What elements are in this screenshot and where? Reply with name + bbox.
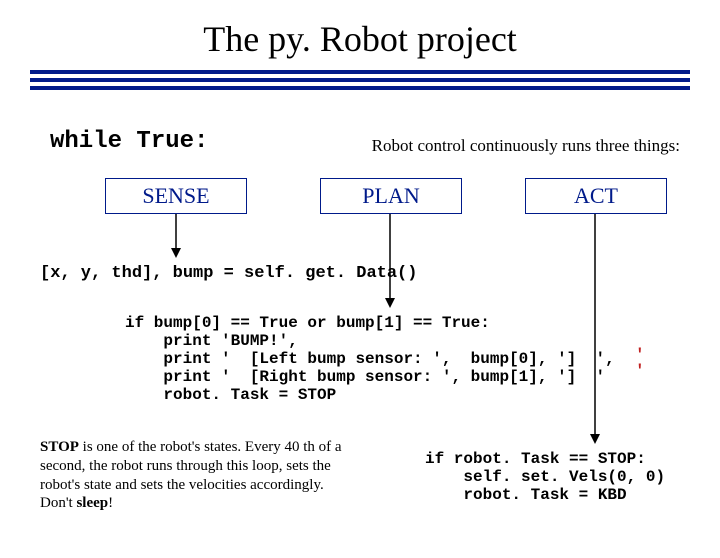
arrow-sense bbox=[170, 214, 182, 258]
arrow-plan bbox=[384, 214, 396, 308]
red-quote-b: ' bbox=[635, 362, 645, 380]
code-act: if robot. Task == STOP: self. set. Vels(… bbox=[425, 450, 665, 504]
code-ifbump: if bump[0] == True or bump[1] == True: p… bbox=[125, 314, 615, 404]
code-while: while True: bbox=[50, 128, 208, 155]
code-getdata: [x, y, thd], bump = self. get. Data() bbox=[40, 264, 417, 283]
subtitle: Robot control continuously runs three th… bbox=[372, 136, 680, 156]
footnote-end: ! bbox=[108, 495, 113, 511]
slide-title: The py. Robot project bbox=[0, 18, 720, 60]
footnote-sleep: sleep bbox=[76, 495, 108, 511]
code-ifbump-body: if bump[0] == True or bump[1] == True: p… bbox=[125, 314, 615, 404]
box-sense: SENSE bbox=[105, 178, 247, 214]
divider-rules bbox=[30, 70, 690, 90]
footnote-stop: STOP bbox=[40, 439, 79, 455]
box-plan: PLAN bbox=[320, 178, 462, 214]
box-act: ACT bbox=[525, 178, 667, 214]
footnote: STOP is one of the robot's states. Every… bbox=[40, 438, 345, 513]
